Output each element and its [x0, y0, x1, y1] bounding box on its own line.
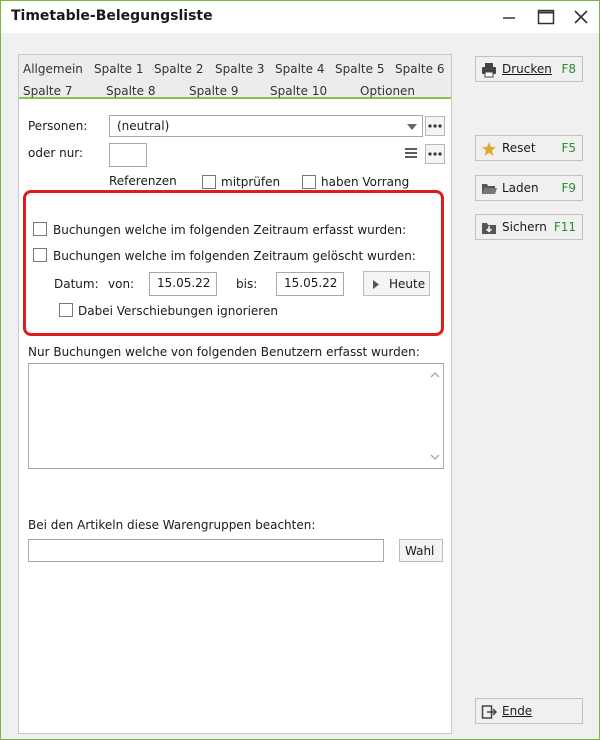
deleted-period-checkbox[interactable]: [33, 248, 47, 262]
tab-spalte-4[interactable]: Spalte 4: [275, 62, 324, 76]
from-date-input[interactable]: 15.05.22: [149, 272, 217, 296]
persons-value: (neutral): [117, 119, 170, 133]
tab-spalte-5[interactable]: Spalte 5: [335, 62, 384, 76]
tab-spalte-8[interactable]: Spalte 8: [106, 84, 155, 98]
tab-optionen[interactable]: Optionen: [360, 84, 415, 98]
window-title: Timetable-Belegungsliste: [11, 8, 213, 24]
to-date-input[interactable]: 15.05.22: [276, 272, 344, 296]
save-button[interactable]: Sichern F11: [475, 214, 583, 240]
maximize-button[interactable]: [527, 1, 563, 33]
choose-button[interactable]: Wahl: [399, 539, 443, 562]
references-priority-label: haben Vorrang: [321, 175, 410, 189]
deleted-period-label: Buchungen welche im folgenden Zeitraum g…: [53, 249, 416, 263]
references-check-label: mitprüfen: [221, 175, 281, 189]
reset-button[interactable]: Reset F5: [475, 135, 583, 161]
from-label: von:: [108, 277, 135, 291]
list-button[interactable]: [402, 144, 422, 164]
tab-allgemein[interactable]: Allgemein: [23, 62, 83, 76]
article-groups-input[interactable]: [28, 539, 384, 562]
to-label: bis:: [236, 277, 258, 291]
persons-more-button[interactable]: [425, 116, 445, 136]
or-only-input[interactable]: [109, 143, 147, 167]
created-period-checkbox[interactable]: [33, 222, 47, 236]
tab-spalte-10[interactable]: Spalte 10: [270, 84, 327, 98]
tab-bar: Allgemein Spalte 1 Spalte 2 Spalte 3 Spa…: [19, 55, 451, 99]
exit-icon: [481, 705, 497, 719]
references-label: Referenzen: [109, 174, 177, 188]
printer-icon: [482, 63, 496, 78]
tab-spalte-7[interactable]: Spalte 7: [23, 84, 72, 98]
star-icon: [482, 142, 496, 156]
minimize-button[interactable]: [491, 1, 527, 33]
scroll-down-icon: [430, 454, 440, 460]
users-label: Nur Buchungen welche von folgenden Benut…: [28, 345, 420, 359]
folder-open-icon: [482, 184, 497, 194]
tab-spalte-2[interactable]: Spalte 2: [154, 62, 203, 76]
or-only-label: oder nur:: [28, 146, 84, 160]
or-only-more-button[interactable]: [425, 144, 445, 164]
app-window: Timetable-Belegungsliste Allgemein Spalt…: [0, 0, 600, 740]
list-icon: [405, 148, 417, 158]
tab-spalte-9[interactable]: Spalte 9: [189, 84, 238, 98]
users-list[interactable]: [28, 363, 444, 469]
close-button[interactable]: [563, 1, 599, 33]
save-download-icon: [482, 223, 496, 234]
more-icon: [428, 152, 442, 156]
persons-label: Personen:: [28, 119, 88, 133]
close-icon: [574, 10, 588, 24]
end-button[interactable]: Ende: [475, 698, 583, 724]
chevron-down-icon: [407, 124, 417, 130]
maximize-icon: [537, 9, 555, 25]
print-button[interactable]: Drucken F8: [475, 56, 583, 82]
load-button[interactable]: Laden F9: [475, 175, 583, 201]
tab-spalte-3[interactable]: Spalte 3: [215, 62, 264, 76]
created-period-label: Buchungen welche im folgenden Zeitraum e…: [53, 223, 407, 237]
article-groups-label: Bei den Artikeln diese Warengruppen beac…: [28, 518, 316, 532]
scroll-up-icon: [430, 372, 440, 378]
options-panel: Allgemein Spalte 1 Spalte 2 Spalte 3 Spa…: [18, 54, 452, 734]
references-check-checkbox[interactable]: [202, 175, 216, 189]
date-label: Datum:: [54, 277, 99, 291]
ignore-shifts-label: Dabei Verschiebungen ignorieren: [78, 304, 278, 318]
tab-spalte-1[interactable]: Spalte 1: [94, 62, 143, 76]
title-bar: Timetable-Belegungsliste: [1, 1, 599, 33]
ignore-shifts-checkbox[interactable]: [59, 303, 73, 317]
today-button[interactable]: Heute: [363, 271, 430, 296]
minimize-icon: [503, 17, 515, 19]
references-priority-checkbox[interactable]: [302, 175, 316, 189]
persons-select[interactable]: (neutral): [109, 115, 423, 137]
play-icon: [373, 280, 379, 289]
more-icon: [428, 124, 442, 128]
tab-spalte-6[interactable]: Spalte 6: [395, 62, 444, 76]
